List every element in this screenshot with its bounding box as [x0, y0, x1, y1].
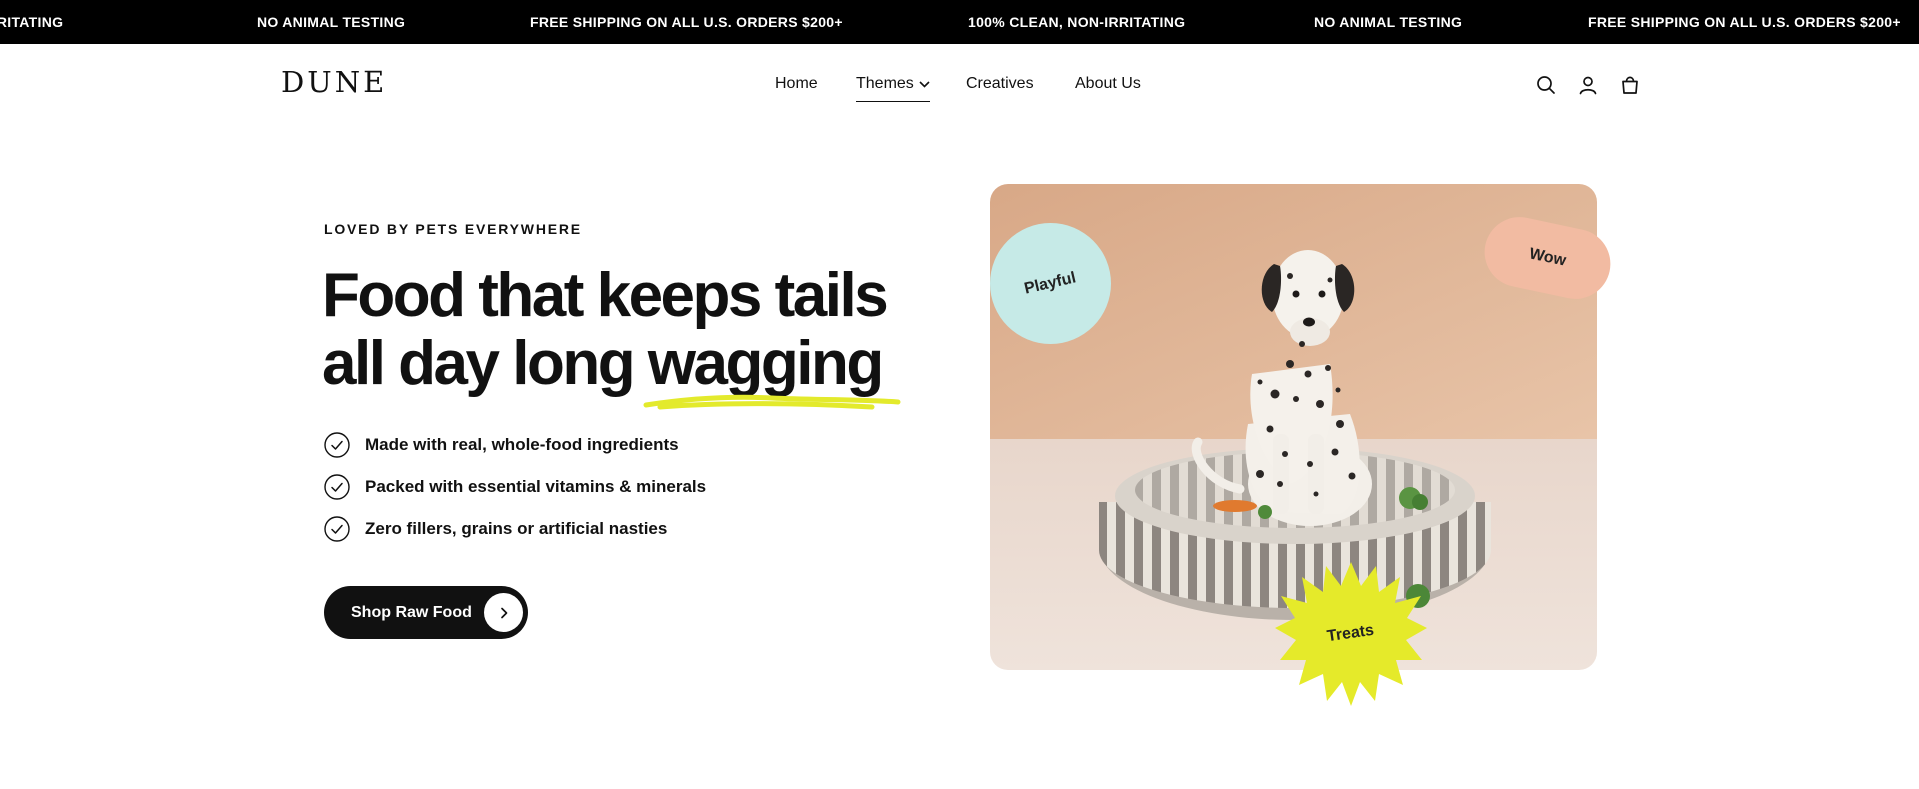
announcement-item: FREE SHIPPING ON ALL U.S. ORDERS $200+ — [530, 14, 843, 30]
badge-playful: Playful — [990, 223, 1111, 344]
nav-about-us[interactable]: About Us — [1075, 74, 1141, 94]
check-circle-icon — [324, 432, 350, 458]
hero-headline: Food that keeps tails all day long waggi… — [322, 261, 962, 410]
hero-eyebrow: LOVED BY PETS EVERYWHERE — [324, 221, 582, 237]
search-icon[interactable] — [1535, 74, 1557, 96]
announcement-item: 100% CLEAN, NON-IRRITATING — [968, 14, 1186, 30]
check-circle-icon — [324, 474, 350, 500]
nav-active-underline — [856, 100, 930, 102]
nav-themes-label: Themes — [856, 75, 914, 92]
feature-item: Made with real, whole-food ingredients — [324, 432, 679, 458]
badge-wow-label: Wow — [1527, 245, 1568, 270]
headline-highlight-word: wagging — [647, 329, 884, 398]
feature-item: Packed with essential vitamins & mineral… — [324, 474, 706, 500]
highlight-squiggle-icon — [643, 394, 901, 410]
cart-icon[interactable] — [1619, 74, 1641, 96]
shop-raw-food-button[interactable]: Shop Raw Food — [324, 586, 528, 639]
badge-treats: Treats — [1275, 558, 1427, 710]
site-header: DUNE Home Themes Creatives About Us — [0, 44, 1919, 124]
account-icon[interactable] — [1577, 74, 1599, 96]
chevron-down-icon — [919, 80, 930, 88]
headline-highlight: wagging — [643, 329, 901, 410]
badge-playful-label: Playful — [1022, 268, 1078, 298]
nav-creatives[interactable]: Creatives — [966, 74, 1034, 94]
chevron-right-icon — [500, 607, 507, 618]
announcement-item: NO ANIMAL TESTING — [1314, 14, 1463, 30]
feature-item: Zero fillers, grains or artificial nasti… — [324, 516, 667, 542]
feature-text: Packed with essential vitamins & mineral… — [365, 477, 707, 496]
cta-arrow — [484, 593, 523, 632]
announcement-item: FREE SHIPPING ON ALL U.S. ORDERS $200+ — [1588, 14, 1901, 30]
headline-line-2-start: all day long — [322, 329, 636, 398]
announcement-item: NO ANIMAL TESTING — [257, 14, 406, 30]
headline-line-2: all day long wagging — [322, 329, 962, 410]
nav-themes[interactable]: Themes — [856, 74, 930, 102]
logo[interactable]: DUNE — [281, 68, 387, 97]
announcement-bar: 100% CLEAN, NON-IRRITATING NO ANIMAL TES… — [0, 0, 1919, 44]
feature-text: Made with real, whole-food ingredients — [365, 435, 679, 454]
headline-line-1: Food that keeps tails — [322, 261, 889, 330]
nav-home[interactable]: Home — [775, 74, 818, 94]
feature-text: Zero fillers, grains or artificial nasti… — [365, 519, 668, 538]
announcement-item: 100% CLEAN, NON-IRRITATING — [0, 14, 64, 30]
check-circle-icon — [324, 516, 350, 542]
cta-label: Shop Raw Food — [351, 603, 472, 621]
